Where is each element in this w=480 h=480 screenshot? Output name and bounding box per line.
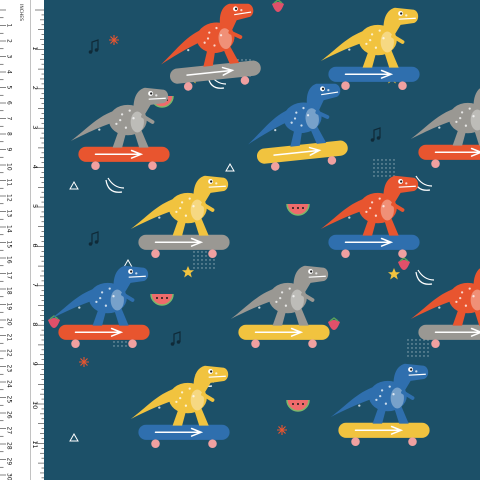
- product-image: INCHES 1 2 3 4 5 6 7 8 9 10 11 12 13 14 15 16 17 18 19 20 21…: [0, 0, 480, 480]
- measurement-ruler: INCHES 1 2 3 4 5 6 7 8 9 10 11 12 13 14 15 16 17 18 19 20 21…: [0, 0, 45, 480]
- ruler-cm-label: 22: [6, 349, 13, 357]
- ruler-cm-label: 4: [6, 70, 13, 74]
- ruler-inch-label: 6: [31, 243, 39, 247]
- ruler-cm-label: 16: [6, 256, 13, 264]
- ruler-cm-label: 28: [6, 442, 13, 450]
- ruler-cm-label: 13: [6, 210, 13, 218]
- ruler-cm-label: 9: [6, 148, 13, 152]
- ruler-cm-label: 3: [6, 55, 13, 59]
- ruler-cm-label: 12: [6, 194, 13, 202]
- ruler-inch-label: 2: [31, 86, 39, 90]
- ruler-inch-label: 7: [31, 283, 39, 287]
- ruler-cm-label: 24: [6, 380, 13, 388]
- ruler-cm-label: 29: [6, 458, 13, 466]
- ruler-graphic: INCHES 123456789101112131415161718192021…: [0, 0, 44, 480]
- ruler-cm-label: 10: [6, 163, 13, 171]
- sparkle-icon: [277, 425, 287, 435]
- ruler-cm-label: 26: [6, 411, 13, 419]
- ruler-cm-label: 30: [6, 473, 13, 480]
- ruler-cm-label: 23: [6, 365, 13, 373]
- ruler-cm-label: 17: [6, 272, 13, 280]
- ruler-cm-label: 25: [6, 396, 13, 404]
- ruler-cm-label: 8: [6, 132, 13, 136]
- fabric-pattern-graphic: [44, 0, 480, 480]
- fabric-print: [44, 0, 480, 480]
- ruler-inch-label: 11: [31, 440, 39, 448]
- ruler-cm-label: 11: [6, 179, 13, 187]
- ruler-cm-label: 14: [6, 225, 13, 233]
- ruler-cm-scale: 1234567891011121314151617181920212223242…: [0, 9, 13, 480]
- ruler-cm-label: 15: [6, 241, 13, 249]
- sparkle-icon: [79, 357, 89, 367]
- ruler-cm-label: 7: [6, 117, 13, 121]
- ruler-cm-label: 2: [6, 39, 13, 43]
- ruler-inch-label: 4: [31, 165, 39, 169]
- ruler-unit-label: INCHES: [18, 4, 24, 21]
- ruler-cm-label: 18: [6, 287, 13, 295]
- ruler-cm-label: 6: [6, 101, 13, 105]
- ruler-inch-label: 1: [31, 46, 39, 50]
- ruler-inch-label: 5: [31, 204, 39, 208]
- ruler-cm-label: 5: [6, 86, 13, 90]
- ruler-cm-label: 27: [6, 427, 13, 435]
- ruler-inch-label: 8: [31, 322, 39, 326]
- ruler-cm-label: 21: [6, 334, 13, 342]
- ruler-cm-label: 19: [6, 303, 13, 311]
- ruler-cm-label: 1: [6, 24, 13, 28]
- ruler-inch-label: 3: [31, 125, 39, 129]
- ruler-cm-label: 20: [6, 318, 13, 326]
- ruler-inch-label: 10: [31, 401, 39, 409]
- ruler-inch-label: 9: [31, 362, 39, 366]
- ruler-inch-scale: 1 2 3 4 5 6 7 8 9 10 11: [31, 9, 44, 479]
- sparkle-icon: [109, 35, 119, 45]
